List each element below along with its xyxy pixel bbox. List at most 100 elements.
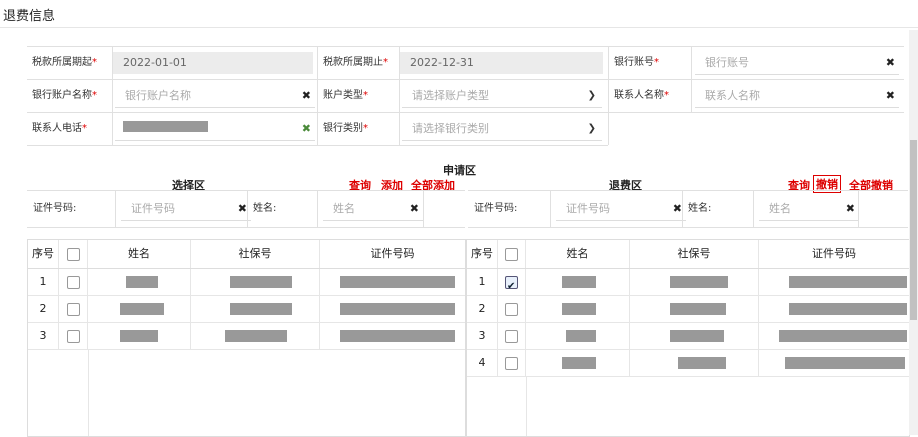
- divider: [399, 113, 400, 145]
- redacted-value: [225, 330, 287, 342]
- id-number-cell: [759, 350, 909, 376]
- select-grid: 序号 姓名 社保号 证件号码 1 2 3: [27, 239, 466, 437]
- social-security-cell: [630, 296, 759, 322]
- redacted-value: [670, 303, 726, 315]
- name-cell: [88, 323, 191, 349]
- grid-header: 序号 姓名 社保号 证件号码: [28, 240, 465, 269]
- row-checkbox[interactable]: [505, 303, 518, 316]
- divider: [858, 191, 859, 227]
- period-start-input[interactable]: 2022-01-01: [113, 52, 313, 74]
- table-row[interactable]: 1: [467, 269, 909, 300]
- id-number-cell: [759, 296, 909, 322]
- row-checkbox[interactable]: [67, 303, 80, 316]
- social-security-cell: [630, 269, 759, 295]
- name-cell: [88, 296, 191, 322]
- clear-icon[interactable]: ✖: [410, 198, 419, 220]
- redacted-value: [562, 357, 596, 369]
- contact-name-input[interactable]: 联系人名称 ✖: [695, 85, 899, 108]
- id-number-cell: [759, 323, 909, 349]
- row-checkbox-cell: [498, 350, 526, 376]
- divider: [317, 113, 318, 145]
- select-name-filter-input[interactable]: 姓名 ✖: [323, 198, 423, 221]
- name-cell: [526, 323, 630, 349]
- redacted-value: [123, 121, 208, 132]
- clear-icon[interactable]: ✖: [238, 198, 247, 220]
- table-row[interactable]: 2: [467, 296, 909, 323]
- divider: [608, 113, 609, 145]
- divider: [112, 80, 113, 112]
- row-checkbox-cell: [59, 269, 88, 295]
- divider: [550, 191, 551, 227]
- redacted-value: [120, 330, 158, 342]
- account-name-input[interactable]: 银行账户名称 ✖: [115, 85, 315, 108]
- id-filter-label: 证件号码:: [474, 203, 518, 214]
- clear-icon[interactable]: ✖: [846, 198, 855, 220]
- chevron-down-icon[interactable]: ❯: [588, 85, 596, 107]
- table-row[interactable]: 4: [467, 350, 909, 377]
- row-index: 3: [28, 323, 59, 349]
- social-security-cell: [191, 323, 320, 349]
- divider: [753, 191, 754, 227]
- page-title: 退费信息: [3, 9, 56, 24]
- scrollbar-thumb[interactable]: [910, 140, 917, 320]
- refund-name-filter-input[interactable]: 姓名 ✖: [759, 198, 859, 221]
- table-row[interactable]: 1: [28, 269, 465, 296]
- select-all-cell: [59, 240, 88, 268]
- period-end-input[interactable]: 2022-12-31: [400, 52, 603, 74]
- row-checkbox-cell: [498, 296, 526, 322]
- select-all-checkbox[interactable]: [67, 248, 80, 261]
- chevron-down-icon[interactable]: ❯: [588, 118, 596, 140]
- divider: [608, 80, 609, 112]
- social-security-cell: [630, 323, 759, 349]
- row-checkbox[interactable]: [505, 357, 518, 370]
- name-cell: [526, 350, 630, 376]
- redacted-value: [670, 330, 724, 342]
- contact-phone-input[interactable]: ✖: [115, 118, 315, 141]
- name-filter-label: 姓名:: [253, 203, 277, 214]
- redacted-value: [340, 330, 455, 342]
- clear-icon[interactable]: ✖: [302, 85, 311, 107]
- redacted-value: [562, 303, 596, 315]
- clear-icon[interactable]: ✖: [886, 52, 895, 74]
- id-number-cell: [320, 269, 465, 295]
- refund-info-form: 税款所属期起* 2022-01-01 税款所属期止* 2022-12-31 银行…: [27, 46, 904, 146]
- divider: [247, 191, 248, 227]
- redacted-value: [566, 330, 596, 342]
- column-header: 姓名: [526, 240, 630, 268]
- social-security-cell: [191, 269, 320, 295]
- header-divider: [0, 27, 918, 28]
- refund-grid: 序号 姓名 社保号 证件号码 1 2 3 4: [466, 239, 910, 437]
- row-checkbox[interactable]: [67, 330, 80, 343]
- refund-filter-bar: 证件号码: 证件号码 ✖ 姓名: 姓名 ✖: [468, 190, 908, 228]
- select-id-filter-input[interactable]: 证件号码 ✖: [121, 198, 251, 221]
- row-checkbox[interactable]: [505, 330, 518, 343]
- redacted-value: [340, 276, 455, 288]
- row-checkbox[interactable]: [67, 276, 80, 289]
- divider: [317, 191, 318, 227]
- redacted-value: [562, 276, 596, 288]
- redacted-value: [678, 357, 726, 369]
- clear-icon[interactable]: ✖: [673, 198, 682, 220]
- column-header: 序号: [467, 240, 498, 268]
- bank-account-input[interactable]: 银行账号 ✖: [695, 52, 899, 75]
- table-row[interactable]: 3: [467, 323, 909, 350]
- table-row[interactable]: 2: [28, 296, 465, 323]
- bank-type-select[interactable]: 请选择银行类别 ❯: [402, 118, 602, 141]
- clear-icon[interactable]: ✖: [886, 85, 895, 107]
- name-cell: [526, 269, 630, 295]
- refund-id-filter-input[interactable]: 证件号码 ✖: [556, 198, 686, 221]
- row-checkbox-cell: [59, 323, 88, 349]
- clear-icon[interactable]: ✖: [302, 118, 311, 140]
- social-security-cell: [630, 350, 759, 376]
- table-row[interactable]: 3: [28, 323, 465, 350]
- id-filter-label: 证件号码:: [33, 203, 77, 214]
- redacted-value: [230, 276, 292, 288]
- period-end-label: 税款所属期止*: [323, 57, 388, 68]
- row-index: 1: [28, 269, 59, 295]
- select-all-checkbox[interactable]: [505, 248, 518, 261]
- page-header: 退费信息: [0, 0, 918, 28]
- row-checkbox-cell: [498, 269, 526, 300]
- account-type-select[interactable]: 请选择账户类型 ❯: [402, 85, 602, 108]
- redacted-value: [126, 276, 158, 288]
- row-checkbox-checked[interactable]: [505, 274, 518, 300]
